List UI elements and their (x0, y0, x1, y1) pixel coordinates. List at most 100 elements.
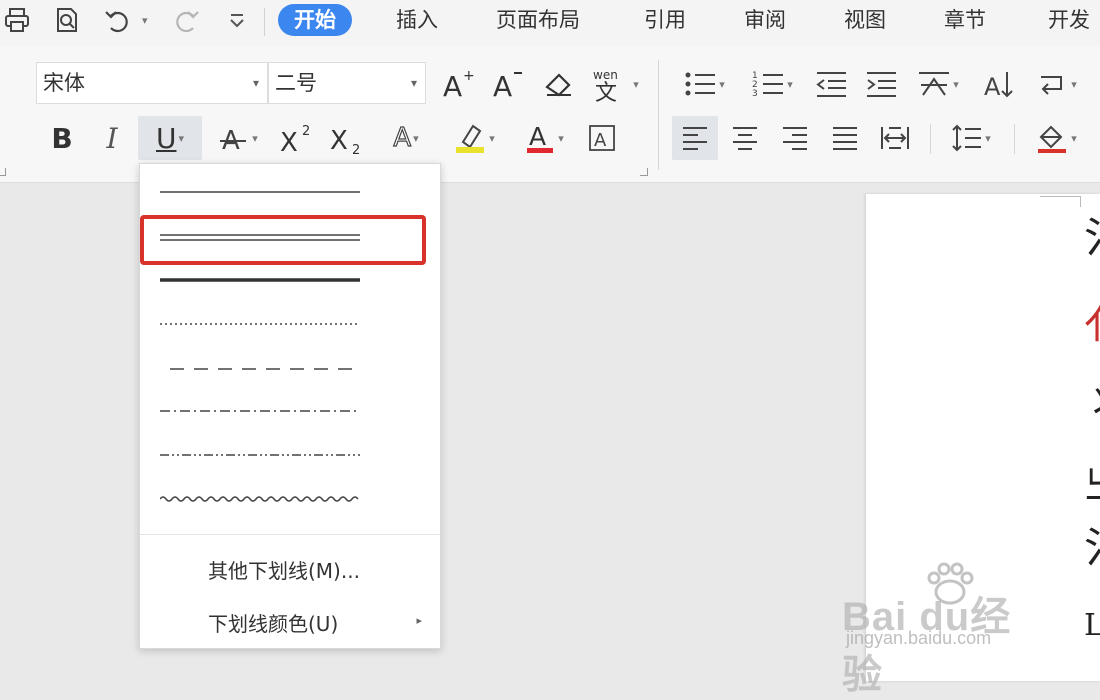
chinese-layout-dropdown-icon[interactable]: ▾ (953, 78, 959, 91)
tab-page-layout[interactable]: 页面布局 (496, 4, 580, 36)
wave-line-icon (160, 496, 359, 502)
underline-color-item[interactable]: 下划线颜色(U) (208, 608, 338, 637)
tab-review[interactable]: 审阅 (744, 4, 786, 36)
strikethrough-button[interactable]: A ▾ (210, 118, 266, 158)
align-left-icon (683, 127, 707, 150)
show-marks-dropdown-icon[interactable]: ▾ (1071, 78, 1077, 91)
numbering-button[interactable]: 1 2 3 ▾ (744, 64, 800, 104)
superscript-button[interactable]: X 2 (276, 118, 318, 158)
undo-dropdown-icon[interactable]: ▾ (142, 14, 148, 27)
font-color-dropdown-icon[interactable]: ▾ (558, 132, 564, 145)
page-corner-mark (1040, 196, 1081, 207)
bold-button[interactable]: B (42, 118, 82, 158)
group-launcher-left[interactable] (0, 168, 6, 176)
tab-references[interactable]: 引用 (644, 4, 686, 36)
print-preview-button[interactable] (52, 4, 82, 36)
customize-toolbar-button[interactable] (222, 4, 252, 36)
character-border-icon: A (589, 125, 615, 151)
document-char: 亻 (1084, 300, 1100, 348)
underline-option-dash-dot-dot[interactable] (140, 433, 440, 477)
print-button[interactable] (2, 4, 32, 36)
font-group-launcher[interactable] (640, 168, 648, 176)
tab-home[interactable]: 开始 (278, 4, 352, 36)
undo-button[interactable] (102, 4, 132, 36)
toolbar-divider (264, 8, 265, 36)
shrink-font-button[interactable]: A (488, 64, 528, 104)
numbered-list-icon: 1 2 3 (752, 71, 784, 99)
paragraph-mark-icon (1041, 76, 1063, 95)
tab-view[interactable]: 视图 (844, 4, 886, 36)
svg-text:文: 文 (595, 81, 617, 102)
svg-text:+: + (463, 68, 475, 84)
clear-format-button[interactable] (538, 64, 578, 104)
text-effect-button[interactable]: A ▾ (378, 118, 434, 158)
svg-text:2: 2 (302, 124, 310, 139)
font-name-dropdown-icon[interactable]: ▾ (253, 63, 259, 103)
dash-dot-dot-line-icon (160, 454, 360, 456)
customize-chevron-icon (230, 14, 244, 28)
underline-option-dashed[interactable] (140, 347, 440, 391)
highlight-button[interactable]: ▾ (446, 118, 502, 158)
underline-button[interactable]: U ▾ (138, 116, 202, 160)
shading-button[interactable]: ▾ (1026, 118, 1086, 158)
justify-icon (833, 127, 857, 150)
subscript-button[interactable]: X 2 (326, 118, 368, 158)
svg-text:A: A (443, 70, 462, 102)
chinese-layout-button[interactable]: ▾ (910, 64, 966, 104)
dotted-line-icon (160, 323, 358, 325)
superscript-icon: X 2 (280, 124, 310, 155)
font-color-button[interactable]: A ▾ (516, 118, 572, 158)
shading-dropdown-icon[interactable]: ▾ (1071, 132, 1077, 145)
document-char: 氵 (1084, 214, 1100, 262)
italic-button[interactable]: I (92, 118, 132, 158)
bullets-dropdown-icon[interactable]: ▾ (719, 78, 725, 91)
numbering-dropdown-icon[interactable]: ▾ (787, 78, 793, 91)
phonetic-dropdown-icon[interactable]: ▾ (633, 78, 639, 91)
tab-section[interactable]: 章节 (944, 4, 986, 36)
more-underlines-item[interactable]: 其他下划线(M)... (208, 555, 360, 584)
svg-text:wen: wen (593, 68, 618, 82)
sort-button[interactable]: A (978, 64, 1020, 104)
underline-option-dash-dot[interactable] (140, 389, 440, 433)
distributed-align-button[interactable] (874, 118, 916, 158)
underline-option-dotted[interactable] (140, 302, 440, 346)
underline-option-single[interactable] (140, 170, 440, 214)
strikethrough-icon: A (220, 126, 247, 155)
highlighter-icon (456, 124, 485, 153)
text-effect-dropdown-icon[interactable]: ▾ (413, 132, 419, 145)
show-marks-button[interactable]: ▾ (1028, 64, 1086, 104)
line-spacing-button[interactable]: ▾ (942, 118, 1000, 158)
row-divider (1014, 124, 1015, 154)
tab-insert[interactable]: 插入 (396, 4, 438, 36)
document-char: 丬 (1084, 380, 1100, 428)
baidu-watermark: Bai du经验 jingyan.baidu.com (842, 560, 1052, 697)
font-size-combo[interactable]: 二号 ▾ (268, 62, 426, 104)
align-right-icon (783, 127, 807, 150)
align-center-button[interactable] (724, 118, 766, 158)
svg-text:X: X (330, 126, 348, 155)
sort-icon: A (984, 72, 1013, 100)
underline-option-thick[interactable] (140, 258, 440, 302)
align-right-button[interactable] (774, 118, 816, 158)
bullets-button[interactable]: ▾ (676, 64, 732, 104)
character-border-button[interactable]: A (582, 118, 622, 158)
phonetic-guide-button[interactable]: wen 文 ▾ (586, 64, 644, 104)
grow-font-button[interactable]: A + (438, 64, 478, 104)
redo-button[interactable] (172, 4, 202, 36)
underline-style-menu: 其他下划线(M)... 下划线颜色(U) ▸ (139, 163, 441, 649)
decrease-indent-button[interactable] (810, 64, 852, 104)
font-size-dropdown-icon[interactable]: ▾ (411, 63, 417, 103)
underline-option-wave[interactable] (140, 477, 440, 521)
highlight-dropdown-icon[interactable]: ▾ (489, 132, 495, 145)
line-spacing-dropdown-icon[interactable]: ▾ (985, 132, 991, 145)
justify-button[interactable] (824, 118, 866, 158)
align-center-icon (733, 127, 757, 150)
underline-dropdown-icon[interactable]: ▾ (178, 132, 184, 145)
strikethrough-dropdown-icon[interactable]: ▾ (252, 132, 258, 145)
font-name-combo[interactable]: 宋体 ▾ (36, 62, 268, 104)
align-left-button[interactable] (672, 116, 718, 160)
font-size-value: 二号 (275, 71, 317, 95)
increase-indent-button[interactable] (860, 64, 902, 104)
svg-text:A: A (984, 73, 1001, 100)
tab-developer[interactable]: 开发 (1048, 4, 1090, 36)
